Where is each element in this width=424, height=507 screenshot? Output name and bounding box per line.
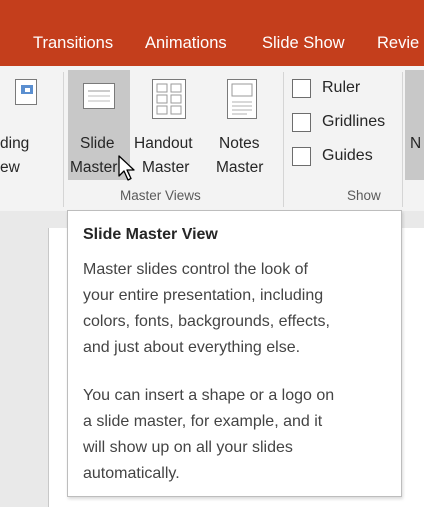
reading-view-label-1: ding bbox=[0, 135, 30, 152]
tooltip-line: your entire presentation, including bbox=[83, 287, 324, 304]
group-divider bbox=[402, 72, 403, 207]
notes-master-label-2: Master bbox=[216, 159, 264, 176]
tab-animations[interactable]: Animations bbox=[145, 34, 227, 53]
reading-view-label-2: ew bbox=[0, 159, 20, 176]
handout-master-button[interactable]: Handout Master bbox=[132, 70, 212, 180]
tab-transitions[interactable]: Transitions bbox=[33, 34, 113, 53]
tooltip-line: automatically. bbox=[83, 465, 180, 482]
gridlines-checkbox-box[interactable] bbox=[292, 113, 311, 132]
reading-view-icon bbox=[15, 79, 37, 105]
notes-toggle-button[interactable]: N bbox=[405, 70, 424, 180]
tooltip-line: a slide master, for example, and it bbox=[83, 413, 323, 430]
ribbon-view: ding ew Slide Master Handout Master Note… bbox=[0, 66, 424, 211]
tooltip-line: You can insert a shape or a logo on bbox=[83, 387, 335, 404]
master-views-group-label: Master Views bbox=[120, 188, 201, 203]
tooltip-title: Slide Master View bbox=[83, 226, 218, 243]
notes-toggle-label: N bbox=[410, 135, 422, 152]
slide-master-label-2: Master bbox=[70, 159, 118, 176]
tooltip-line: will show up on all your slides bbox=[83, 439, 293, 456]
group-divider bbox=[63, 72, 64, 207]
tab-slide-show[interactable]: Slide Show bbox=[262, 34, 345, 53]
guides-checkbox-label: Guides bbox=[322, 147, 373, 164]
mouse-cursor-icon bbox=[118, 155, 135, 181]
handout-master-icon bbox=[152, 79, 186, 119]
tooltip-line: colors, fonts, backgrounds, effects, bbox=[83, 313, 330, 330]
slide-master-icon bbox=[83, 83, 115, 109]
handout-master-label-2: Master bbox=[142, 159, 190, 176]
notes-master-label-1: Notes bbox=[219, 135, 260, 152]
ruler-checkbox-box[interactable] bbox=[292, 79, 311, 98]
slide-master-view-tooltip: Slide Master View Master slides control … bbox=[67, 210, 402, 497]
show-group-label: Show bbox=[347, 188, 381, 203]
ribbon-tab-bar: Transitions Animations Slide Show Revie bbox=[0, 0, 424, 66]
tab-review[interactable]: Revie bbox=[377, 34, 419, 53]
notes-master-icon bbox=[227, 79, 257, 119]
tooltip-line: and just about everything else. bbox=[83, 339, 301, 356]
ruler-checkbox-label: Ruler bbox=[322, 79, 361, 96]
slide-master-label-1: Slide bbox=[80, 135, 115, 152]
notes-master-button[interactable]: Notes Master bbox=[212, 70, 278, 180]
guides-checkbox-box[interactable] bbox=[292, 147, 311, 166]
handout-master-label-1: Handout bbox=[134, 135, 193, 152]
gridlines-checkbox-label: Gridlines bbox=[322, 113, 386, 130]
group-divider bbox=[283, 72, 284, 207]
reading-view-button[interactable]: ding ew bbox=[0, 66, 60, 181]
tooltip-line: Master slides control the look of bbox=[83, 261, 308, 278]
